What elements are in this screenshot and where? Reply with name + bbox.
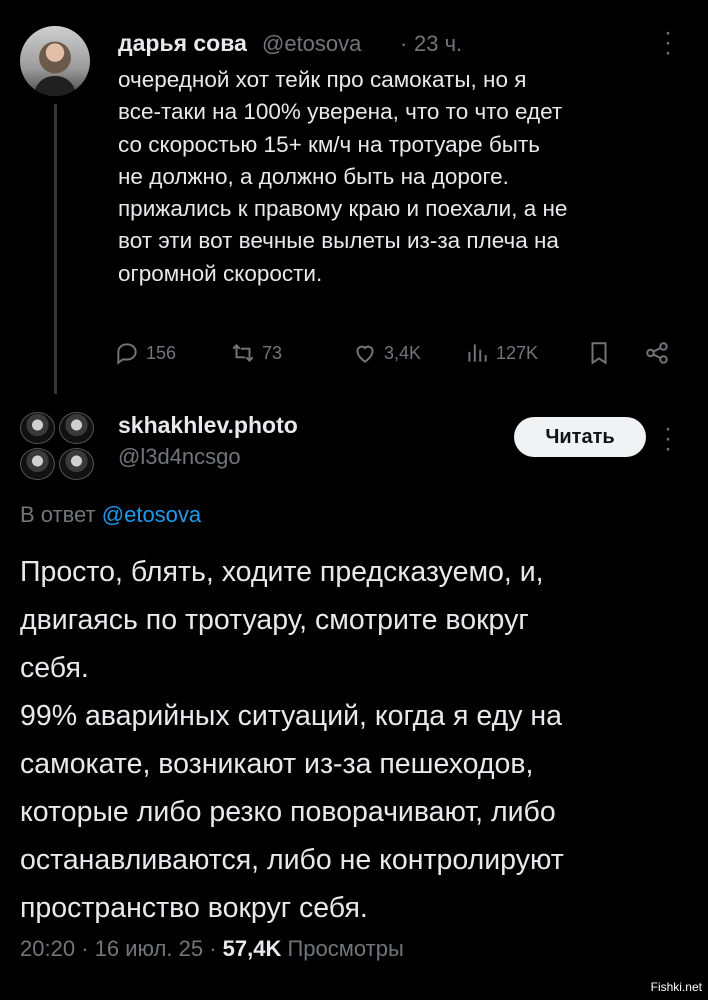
author-name[interactable]: skhakhlev.photo bbox=[118, 412, 298, 439]
separator-dot: · bbox=[81, 936, 89, 961]
thread-connector-line bbox=[54, 104, 57, 394]
share-button[interactable] bbox=[644, 338, 670, 368]
more-vertical-icon[interactable]: · · · bbox=[660, 21, 676, 65]
more-vertical-icon[interactable]: · · · bbox=[660, 417, 676, 461]
follow-button[interactable]: Читать bbox=[514, 417, 646, 457]
tweet-line: двигаясь по тротуару, смотрите вокруг bbox=[20, 604, 529, 636]
tweet-line: которые либо резко поворачивают, либо bbox=[20, 796, 556, 828]
tweet-line: вот эти вот вечные вылеты из-за плеча на bbox=[118, 228, 559, 254]
like-button[interactable]: 3,4K bbox=[352, 338, 421, 368]
tweet-line: прижались к правому краю и поехали, а не bbox=[118, 196, 568, 222]
tweet-line: не должно, а должно быть на дороге. bbox=[118, 163, 509, 189]
retweet-icon bbox=[232, 344, 254, 362]
tweet-line: себя. bbox=[20, 652, 89, 684]
like-count: 3,4K bbox=[384, 342, 422, 363]
share-icon bbox=[646, 342, 668, 364]
tweet-time[interactable]: 23 ч. bbox=[414, 31, 462, 57]
reply-count: 156 bbox=[146, 342, 177, 363]
heart-icon bbox=[356, 345, 374, 363]
views-button[interactable]: 127K bbox=[464, 338, 538, 368]
separator-dot: · bbox=[209, 936, 217, 961]
reply-icon bbox=[117, 343, 137, 365]
tweet-meta: 20:20 · 16 июл. 25 · 57,4K Просмотры bbox=[20, 936, 404, 962]
author-handle[interactable]: @etosova bbox=[262, 31, 361, 57]
tweet-date[interactable]: 16 июл. 25 bbox=[95, 936, 203, 961]
views-label: Просмотры bbox=[287, 936, 404, 961]
tweet-body: Просто, блять, ходите предсказуемо, и, д… bbox=[20, 548, 700, 932]
avatar-skhakhlev[interactable] bbox=[20, 412, 94, 480]
separator-dot: · bbox=[400, 31, 408, 56]
bookmark-button[interactable] bbox=[586, 338, 612, 368]
reply-prefix: В ответ bbox=[20, 502, 96, 527]
views-count: 127K bbox=[496, 342, 539, 363]
tweet-line: со скоростью 15+ км/ч на тротуаре быть bbox=[118, 131, 540, 157]
tweet-line: 99% аварийных ситуаций, когда я еду на bbox=[20, 700, 563, 732]
author-handle[interactable]: @l3d4ncsgo bbox=[118, 444, 241, 470]
tweet-line: останавливаются, либо не контролируют bbox=[20, 844, 564, 876]
reply-mention-link[interactable]: @etosova bbox=[102, 502, 201, 527]
reply-button[interactable]: 156 bbox=[114, 338, 176, 368]
author-name[interactable]: дарья сова bbox=[118, 30, 247, 57]
analytics-icon bbox=[468, 344, 487, 362]
tweet-line: пространство вокруг себя. bbox=[20, 892, 368, 924]
retweet-button[interactable]: 73 bbox=[230, 338, 282, 368]
watermark: Fishki.net bbox=[650, 980, 702, 994]
tweet-time[interactable]: 20:20 bbox=[20, 936, 75, 961]
tweet-body: очередной хот тейк про самокаты, но я вс… bbox=[118, 64, 688, 290]
avatar-daria[interactable] bbox=[20, 26, 90, 96]
tweet-line: очередной хот тейк про самокаты, но я bbox=[118, 67, 527, 92]
tweet-line: огромной скорости. bbox=[118, 260, 323, 286]
retweet-count: 73 bbox=[262, 342, 283, 363]
bookmark-icon bbox=[591, 342, 607, 365]
tweet-line: самокате, возникают из-за пешеходов, bbox=[20, 748, 534, 780]
tweet-line: Просто, блять, ходите предсказуемо, и, bbox=[20, 556, 544, 588]
tweet-line: все-таки на 100% уверена, что то что еде… bbox=[118, 99, 563, 125]
views-count: 57,4K bbox=[222, 936, 282, 961]
reply-context: В ответ @etosova bbox=[20, 502, 201, 528]
